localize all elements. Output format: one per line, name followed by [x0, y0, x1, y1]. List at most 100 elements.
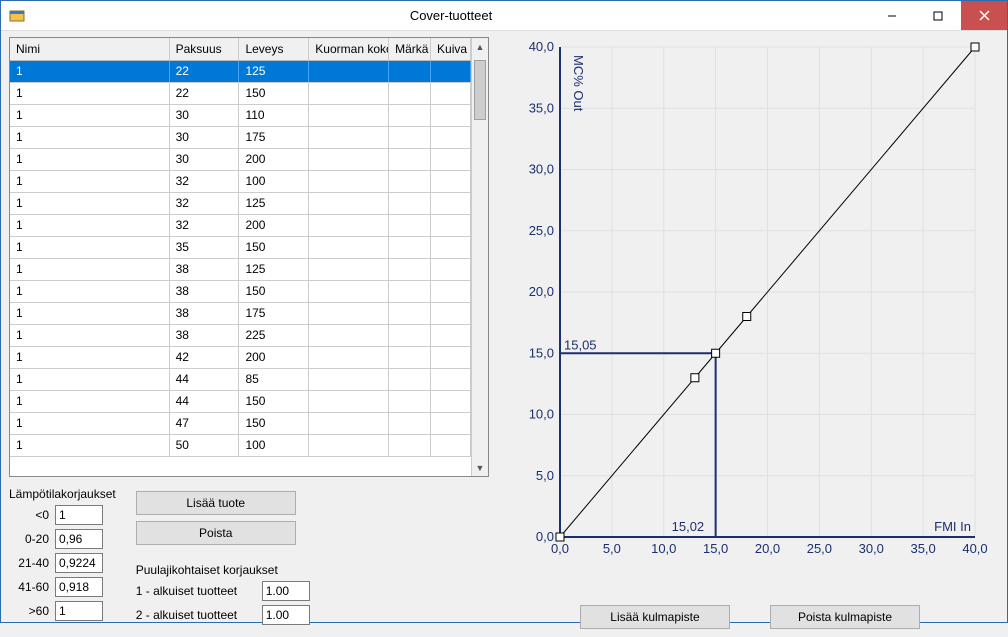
close-button[interactable] — [961, 1, 1007, 30]
cell-kuiva — [431, 215, 471, 236]
cell-kuorma — [309, 413, 389, 434]
cell-paksuus: 32 — [170, 193, 240, 214]
table-row[interactable]: 138225 — [10, 325, 471, 347]
cell-kuiva — [431, 435, 471, 456]
product-grid[interactable]: Nimi Paksuus Leveys Kuorman koko Märkä K… — [9, 37, 489, 477]
grid-scrollbar[interactable]: ▲ ▼ — [471, 38, 488, 476]
scroll-down-icon[interactable]: ▼ — [472, 459, 488, 476]
cell-marka — [389, 413, 431, 434]
table-row[interactable]: 14485 — [10, 369, 471, 391]
table-row[interactable]: 122150 — [10, 83, 471, 105]
table-row[interactable]: 138150 — [10, 281, 471, 303]
cell-nimi: 1 — [10, 215, 170, 236]
cell-marka — [389, 105, 431, 126]
cell-nimi: 1 — [10, 83, 170, 104]
cell-kuorma — [309, 83, 389, 104]
cell-leveys: 150 — [239, 237, 309, 258]
table-row[interactable]: 147150 — [10, 413, 471, 435]
cell-nimi: 1 — [10, 237, 170, 258]
svg-text:15,0: 15,0 — [703, 541, 728, 556]
svg-text:40,0: 40,0 — [529, 39, 554, 54]
minimize-button[interactable] — [869, 1, 915, 30]
add-product-button[interactable]: Lisää tuote — [136, 491, 296, 515]
table-row[interactable]: 138175 — [10, 303, 471, 325]
cell-kuorma — [309, 149, 389, 170]
cell-paksuus: 44 — [170, 369, 240, 390]
cell-leveys: 225 — [239, 325, 309, 346]
scroll-up-icon[interactable]: ▲ — [472, 38, 488, 55]
table-row[interactable]: 130175 — [10, 127, 471, 149]
center-column: Lisää tuote Poista Puulajikohtaiset korj… — [136, 487, 310, 629]
add-point-button[interactable]: Lisää kulmapiste — [580, 605, 730, 629]
temp-corr-input[interactable] — [55, 601, 103, 621]
table-row[interactable]: 122125 — [10, 61, 471, 83]
cell-leveys: 150 — [239, 391, 309, 412]
svg-text:35,0: 35,0 — [910, 541, 935, 556]
maximize-button[interactable] — [915, 1, 961, 30]
cell-kuiva — [431, 347, 471, 368]
table-row[interactable]: 130110 — [10, 105, 471, 127]
cell-leveys: 200 — [239, 149, 309, 170]
table-row[interactable]: 132100 — [10, 171, 471, 193]
table-row[interactable]: 130200 — [10, 149, 471, 171]
temp-corr-row: <0 — [9, 505, 116, 525]
temp-corr-label: >60 — [9, 604, 49, 618]
table-row[interactable]: 138125 — [10, 259, 471, 281]
grid-header: Nimi Paksuus Leveys Kuorman koko Märkä K… — [10, 38, 471, 61]
cell-paksuus: 38 — [170, 325, 240, 346]
product-buttons: Lisää tuote Poista — [136, 491, 310, 545]
line-chart[interactable]: 0,05,010,015,020,025,030,035,040,00,05,0… — [501, 37, 989, 567]
temp-corr-label: 0-20 — [9, 532, 49, 546]
cell-paksuus: 35 — [170, 237, 240, 258]
col-header-paksuus[interactable]: Paksuus — [170, 38, 240, 60]
species-corr-row: 2 - alkuiset tuotteet — [136, 605, 310, 625]
cell-paksuus: 38 — [170, 281, 240, 302]
table-row[interactable]: 132125 — [10, 193, 471, 215]
remove-point-button[interactable]: Poista kulmapiste — [770, 605, 920, 629]
table-row[interactable]: 132200 — [10, 215, 471, 237]
species-corrections-group: Puulajikohtaiset korjaukset 1 - alkuiset… — [136, 563, 310, 625]
col-header-kuorma[interactable]: Kuorman koko — [309, 38, 389, 60]
cell-leveys: 150 — [239, 83, 309, 104]
svg-text:35,0: 35,0 — [529, 100, 554, 115]
col-header-kuiva[interactable]: Kuiva — [431, 38, 471, 60]
chart-buttons: Lisää kulmapiste Poista kulmapiste — [501, 605, 999, 629]
cell-kuiva — [431, 193, 471, 214]
table-row[interactable]: 144150 — [10, 391, 471, 413]
svg-text:25,0: 25,0 — [807, 541, 832, 556]
svg-text:FMI In: FMI In — [934, 519, 971, 534]
species-corr-input[interactable] — [262, 581, 310, 601]
cell-kuorma — [309, 281, 389, 302]
cell-kuorma — [309, 435, 389, 456]
svg-text:10,0: 10,0 — [651, 541, 676, 556]
cell-leveys: 85 — [239, 369, 309, 390]
svg-text:20,0: 20,0 — [529, 284, 554, 299]
cell-leveys: 125 — [239, 61, 309, 82]
temp-corr-input[interactable] — [55, 505, 103, 525]
scroll-thumb[interactable] — [474, 60, 486, 120]
cell-leveys: 100 — [239, 171, 309, 192]
col-header-leveys[interactable]: Leveys — [239, 38, 309, 60]
table-row[interactable]: 135150 — [10, 237, 471, 259]
table-row[interactable]: 150100 — [10, 435, 471, 457]
cell-marka — [389, 193, 431, 214]
temp-corr-input[interactable] — [55, 577, 103, 597]
chart-area: 0,05,010,015,020,025,030,035,040,00,05,0… — [501, 37, 999, 599]
cell-leveys: 125 — [239, 259, 309, 280]
cell-kuiva — [431, 413, 471, 434]
svg-text:0,0: 0,0 — [536, 529, 554, 544]
cell-paksuus: 30 — [170, 149, 240, 170]
col-header-nimi[interactable]: Nimi — [10, 38, 170, 60]
cell-kuorma — [309, 391, 389, 412]
table-row[interactable]: 142200 — [10, 347, 471, 369]
temp-corr-input[interactable] — [55, 553, 103, 573]
cell-kuorma — [309, 347, 389, 368]
cell-kuorma — [309, 61, 389, 82]
temp-corr-label: 41-60 — [9, 580, 49, 594]
col-header-marka[interactable]: Märkä — [389, 38, 431, 60]
remove-product-button[interactable]: Poista — [136, 521, 296, 545]
species-corr-input[interactable] — [262, 605, 310, 625]
temp-corr-input[interactable] — [55, 529, 103, 549]
cell-kuorma — [309, 369, 389, 390]
cell-kuiva — [431, 237, 471, 258]
